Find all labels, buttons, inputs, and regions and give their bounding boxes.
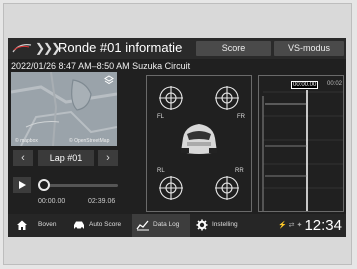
play-button[interactable] [13, 177, 31, 193]
screen: ❯❯❯ Ronde #01 informatie Score VS-modus … [8, 38, 346, 237]
graph-time-label-2: 00:02 [327, 81, 343, 87]
tyre-label-rl: RL [157, 168, 165, 174]
tyre-gauges [159, 86, 239, 200]
gear-icon [196, 219, 208, 231]
header: ❯❯❯ Ronde #01 informatie Score VS-modus [8, 38, 346, 59]
time-end: 02:39.06 [88, 198, 116, 205]
nav-home-label: Boven [38, 221, 57, 228]
data-graph[interactable]: 00:00.00 00:02 [258, 75, 344, 212]
tyre-label-fl: FL [157, 114, 165, 120]
map-graphic: © mapbox © OpenStreetMap [11, 72, 117, 146]
nav-settings-label: Instelling [212, 221, 238, 228]
graph-plot [262, 90, 343, 211]
tab-vs-mode[interactable]: VS-modus [274, 41, 344, 56]
nav-settings[interactable]: Instelling [192, 214, 252, 237]
tyre-label-fr: FR [237, 114, 245, 120]
tyre-label-rr: RR [235, 168, 244, 174]
nav-auto-score[interactable]: Auto Score [68, 214, 130, 237]
status-icons: ⚡ ⇄ ✦ [278, 222, 303, 229]
car-icon [74, 221, 84, 230]
time-start: 00:00.00 [38, 198, 66, 205]
lap-label: Lap #01 [38, 150, 94, 166]
next-lap-button[interactable]: › [98, 150, 118, 166]
tyre-panel: FL FR RL RR [146, 75, 252, 212]
session-info: 2022/01/26 8:47 AM–8:50 AM Suzuka Circui… [11, 61, 191, 71]
nav-auto-score-label: Auto Score [89, 221, 122, 228]
data-log-icon [136, 220, 149, 231]
chevrons-icon: ❯❯❯ [35, 41, 61, 55]
app-logo-icon [12, 44, 32, 53]
page-title: Ronde #01 informatie [58, 40, 183, 55]
layers-icon[interactable] [104, 75, 114, 85]
playback-slider-track[interactable] [40, 184, 118, 187]
tab-score[interactable]: Score [196, 41, 271, 56]
play-icon [19, 181, 26, 189]
nav-data-log-label: Data Log [153, 221, 180, 228]
nav-home[interactable]: Boven [8, 214, 66, 237]
graph-time-label: 00:00.00 [291, 81, 319, 89]
playback-slider-knob[interactable] [38, 179, 50, 191]
bottom-bar: Boven Auto Score Data Log Instelling ⚡ ⇄… [8, 214, 346, 237]
nav-data-log[interactable]: Data Log [132, 214, 190, 237]
clock: 12:34 [304, 217, 342, 234]
home-icon [17, 220, 27, 230]
svg-text:© mapbox: © mapbox [15, 137, 38, 144]
svg-text:© OpenStreetMap: © OpenStreetMap [69, 137, 110, 144]
car-image [181, 124, 217, 154]
track-map[interactable]: © mapbox © OpenStreetMap [11, 72, 117, 146]
prev-lap-button[interactable]: ‹ [13, 150, 33, 166]
